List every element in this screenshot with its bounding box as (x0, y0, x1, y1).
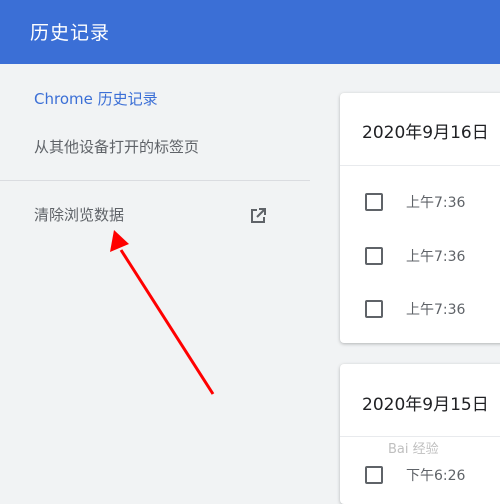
history-entry[interactable]: 下午6:26 (340, 452, 500, 500)
history-date: 2020年9月15日 (362, 395, 489, 415)
entry-time: 上午7:36 (406, 302, 466, 318)
entry-checkbox[interactable] (365, 247, 383, 265)
history-card-day-2: 2020年9月15日 下午6:26 (340, 364, 500, 504)
app-header: 历史记录 (0, 0, 500, 64)
card-divider (340, 165, 500, 166)
clear-browsing-data-link[interactable]: 清除浏览数据 (34, 204, 124, 225)
card-divider (340, 436, 500, 437)
history-date: 2020年9月16日 (362, 123, 489, 143)
entry-checkbox[interactable] (365, 193, 383, 211)
watermark: Bai 经验 (388, 442, 439, 457)
sidebar: Chrome 历史记录 从其他设备打开的标签页 清除浏览数据 (0, 64, 310, 484)
sidebar-item-other-devices[interactable]: 从其他设备打开的标签页 (34, 136, 199, 157)
history-entry[interactable]: 上午7:36 (340, 233, 500, 281)
history-entry[interactable]: 上午7:36 (340, 179, 500, 227)
entry-checkbox[interactable] (365, 300, 383, 318)
open-in-new-icon[interactable] (248, 206, 268, 226)
entry-time: 上午7:36 (406, 195, 466, 211)
history-card-day-1: 2020年9月16日 上午7:36 上午7:36 上午7:36 (340, 93, 500, 343)
entry-time: 下午6:26 (406, 468, 466, 484)
entry-time: 上午7:36 (406, 249, 466, 265)
sidebar-item-chrome-history[interactable]: Chrome 历史记录 (34, 88, 158, 109)
entry-checkbox[interactable] (365, 466, 383, 484)
history-entry[interactable]: 上午7:36 (340, 286, 500, 334)
page-title: 历史记录 (30, 22, 111, 44)
sidebar-divider (0, 180, 310, 181)
